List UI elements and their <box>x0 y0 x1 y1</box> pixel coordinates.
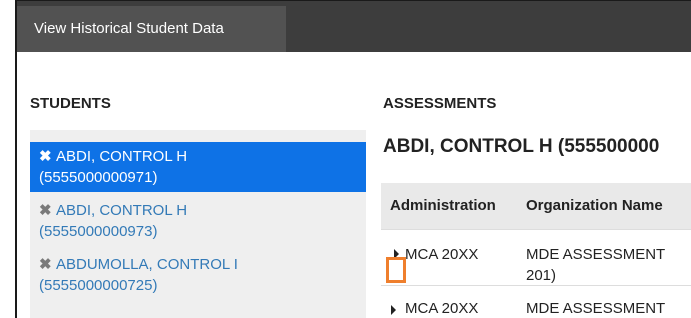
organization-cell-line1: MDE ASSESSMENT <box>526 300 666 317</box>
student-item-3[interactable]: ✖ ABDUMOLLA, CONTROL I (5555000000725) <box>30 254 366 296</box>
selected-student-heading: ABDI, CONTROL H (555500000 <box>383 136 660 157</box>
assessments-title: ASSESSMENTS <box>383 95 497 112</box>
student-id: (5555000000973) <box>39 223 158 240</box>
organization-cell-line2: 201) <box>526 267 557 284</box>
student-id: (5555000000971) <box>39 169 158 186</box>
app-frame: View Historical Student Data STUDENTS ✖ A… <box>0 0 691 318</box>
student-item-1[interactable]: ✖ ABDI, CONTROL H (5555000000971) <box>30 142 366 192</box>
caret-right-icon[interactable] <box>391 305 396 315</box>
student-id: (5555000000725) <box>39 277 158 294</box>
column-header-organization-name[interactable]: Organization Name <box>526 183 663 229</box>
column-header-administration[interactable]: Administration <box>390 183 496 229</box>
administration-cell: MCA 20XX <box>405 300 479 317</box>
administration-cell: MCA 20XX <box>405 246 479 263</box>
student-name: ABDUMOLLA, CONTROL I <box>56 256 238 273</box>
table-header: Administration Organization Name <box>381 183 691 229</box>
x-icon[interactable]: ✖ <box>39 254 56 275</box>
expand-row-highlight <box>386 257 406 283</box>
students-title: STUDENTS <box>30 95 111 112</box>
organization-cell-line1: MDE ASSESSMENT <box>526 246 666 263</box>
student-name: ABDI, CONTROL H <box>56 148 188 165</box>
table-row: MCA 20XX MDE ASSESSMENT 201) <box>381 229 691 285</box>
student-item-2[interactable]: ✖ ABDI, CONTROL H (5555000000973) <box>30 200 366 242</box>
view-historical-data-tab[interactable]: View Historical Student Data <box>17 6 286 52</box>
assessments-table: Administration Organization Name MCA 20X… <box>381 183 691 318</box>
student-name: ABDI, CONTROL H <box>56 202 188 219</box>
x-icon[interactable]: ✖ <box>39 200 56 221</box>
x-icon[interactable]: ✖ <box>39 146 56 167</box>
table-row: MCA 20XX MDE ASSESSMENT <box>381 285 691 318</box>
